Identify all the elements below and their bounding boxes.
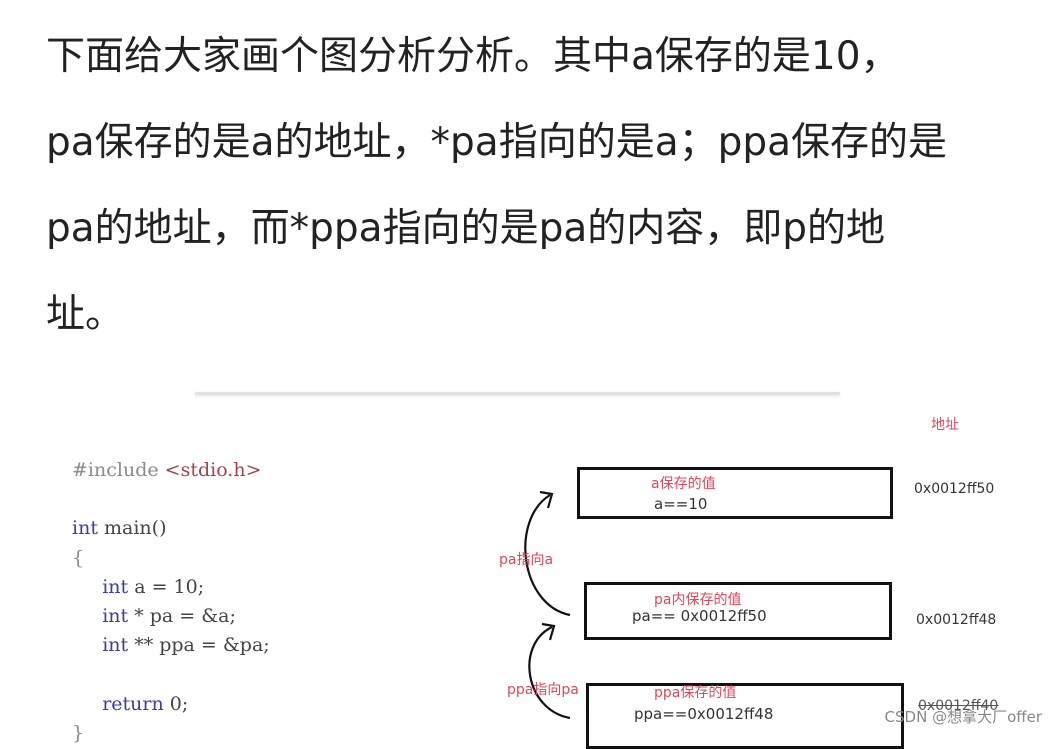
box-caption: ppa保存的值 — [654, 685, 737, 701]
statement: * pa = &a; — [128, 604, 236, 627]
box-value: ppa==0x0012ff48 — [634, 705, 774, 723]
code-line-open-brace: { — [72, 544, 270, 573]
keyword: int — [102, 575, 129, 598]
divider — [195, 392, 840, 395]
main-signature: main() — [97, 517, 167, 540]
code-line-decl-pa: int * pa = &a; — [72, 602, 270, 631]
include-header: <stdio.h> — [164, 459, 262, 481]
code-line-close-brace: } — [72, 719, 270, 748]
paragraph-line: 下面给大家画个图分析分析。其中a保存的是10， — [46, 34, 900, 79]
code-line-include: #include <stdio.h> — [72, 456, 270, 485]
watermark: CSDN @想拿大厂offer — [884, 708, 1042, 726]
code-line-return: return 0; — [72, 690, 270, 719]
open-brace: { — [72, 546, 85, 569]
paragraph-line: pa的地址，而*ppa指向的是pa的内容，即p的地 — [46, 206, 885, 251]
box-value: a==10 — [654, 495, 708, 513]
statement: 0; — [163, 692, 189, 715]
close-brace: } — [72, 721, 85, 744]
code-line-decl-ppa: int ** ppa = &pa; — [72, 631, 270, 660]
preprocessor-directive: #include — [72, 459, 159, 481]
arrow-label-ppa-to-pa: ppa指向pa — [507, 682, 579, 698]
box-address: 0x0012ff48 — [916, 612, 997, 628]
explanation-paragraph: 下面给大家画个图分析分析。其中a保存的是10， pa保存的是a的地址，*pa指向… — [46, 14, 1046, 358]
arrow-ppa-to-pa — [528, 626, 571, 720]
box-caption: pa内保存的值 — [654, 592, 742, 608]
keyword: return — [102, 692, 164, 715]
memory-box-a — [577, 467, 893, 519]
box-value: pa== 0x0012ff50 — [632, 607, 767, 625]
arrow-label-pa-to-a: pa指向a — [499, 552, 554, 568]
keyword: int — [102, 604, 129, 627]
statement: ** ppa = &pa; — [128, 634, 270, 657]
box-address: 0x0012ff50 — [914, 481, 995, 497]
statement: a = 10; — [128, 575, 205, 598]
code-block: #include <stdio.h> int main() { int a = … — [72, 456, 270, 748]
keyword: int — [72, 517, 98, 540]
code-line-main: int main() — [72, 514, 270, 543]
arrowhead-icon — [539, 490, 554, 509]
code-line-decl-a: int a = 10; — [72, 573, 270, 602]
box-caption: a保存的值 — [651, 476, 716, 492]
paragraph-line: pa保存的是a的地址，*pa指向的是a；ppa保存的是 — [46, 120, 948, 165]
address-header: 地址 — [931, 417, 959, 433]
paragraph-line: 址。 — [46, 292, 125, 337]
keyword: int — [102, 634, 129, 657]
